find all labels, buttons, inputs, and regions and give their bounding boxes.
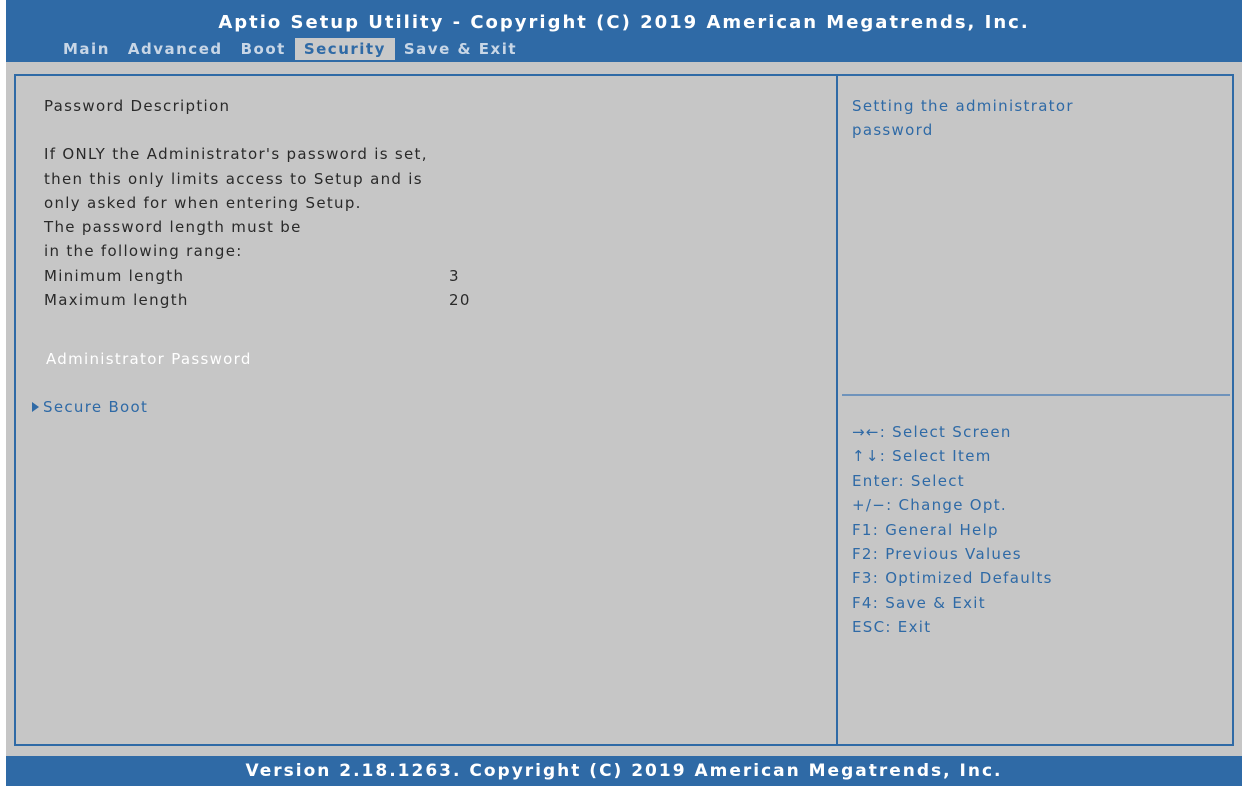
key-f1: F1: General Help <box>852 520 999 539</box>
min-length-row: Minimum length 3 <box>44 264 824 288</box>
bios-header: Aptio Setup Utility - Copyright (C) 2019… <box>6 0 1242 62</box>
key-enter: Enter: Select <box>852 471 965 490</box>
description-line: If ONLY the Administrator's password is … <box>44 145 428 164</box>
tab-security[interactable]: Security <box>294 38 395 60</box>
secure-boot-label: Secure Boot <box>43 398 149 416</box>
key-f2: F2: Previous Values <box>852 544 1022 563</box>
tab-bar: Main Advanced Boot Security Save & Exit <box>54 38 526 60</box>
description-line: The password length must be <box>44 218 302 237</box>
key-select-screen: →←: Select Screen <box>852 423 1012 441</box>
main-panel: Password Description If ONLY the Adminis… <box>6 62 1242 756</box>
min-length-label: Minimum length <box>44 266 185 285</box>
description-line: in the following range: <box>44 242 243 261</box>
key-f3: F3: Optimized Defaults <box>852 569 1053 588</box>
help-divider <box>842 394 1230 396</box>
max-length-label: Maximum length <box>44 291 189 310</box>
help-line: password <box>852 121 934 140</box>
version-footer: Version 2.18.1263. Copyright (C) 2019 Am… <box>6 756 1242 786</box>
max-length-value: 20 <box>449 291 471 310</box>
key-legend: →←: Select Screen ↑↓: Select Item Enter:… <box>852 420 1222 640</box>
tab-advanced[interactable]: Advanced <box>119 38 232 60</box>
vertical-divider <box>836 76 838 744</box>
help-text: Setting the administrator password <box>852 94 1222 143</box>
key-f4: F4: Save & Exit <box>852 593 986 612</box>
settings-pane: Password Description If ONLY the Adminis… <box>44 94 824 312</box>
section-title: Password Description <box>44 97 231 115</box>
secure-boot-item[interactable]: Secure Boot <box>32 398 148 416</box>
app-title: Aptio Setup Utility - Copyright (C) 2019… <box>218 12 1030 33</box>
min-length-value: 3 <box>449 266 460 285</box>
key-change-opt: +/−: Change Opt. <box>852 496 1007 515</box>
tab-save-exit[interactable]: Save & Exit <box>395 38 526 60</box>
max-length-row: Maximum length 20 <box>44 288 824 312</box>
description-line: only asked for when entering Setup. <box>44 193 362 212</box>
description-line: then this only limits access to Setup an… <box>44 169 423 188</box>
tab-main[interactable]: Main <box>54 38 119 60</box>
help-line: Setting the administrator <box>852 97 1074 115</box>
key-select-item: ↑↓: Select Item <box>852 447 992 466</box>
submenu-arrow-icon <box>32 402 39 412</box>
key-esc: ESC: Exit <box>852 618 932 637</box>
tab-boot[interactable]: Boot <box>232 38 295 60</box>
administrator-password-item[interactable]: Administrator Password <box>46 350 252 368</box>
content-frame: Password Description If ONLY the Adminis… <box>14 74 1234 746</box>
